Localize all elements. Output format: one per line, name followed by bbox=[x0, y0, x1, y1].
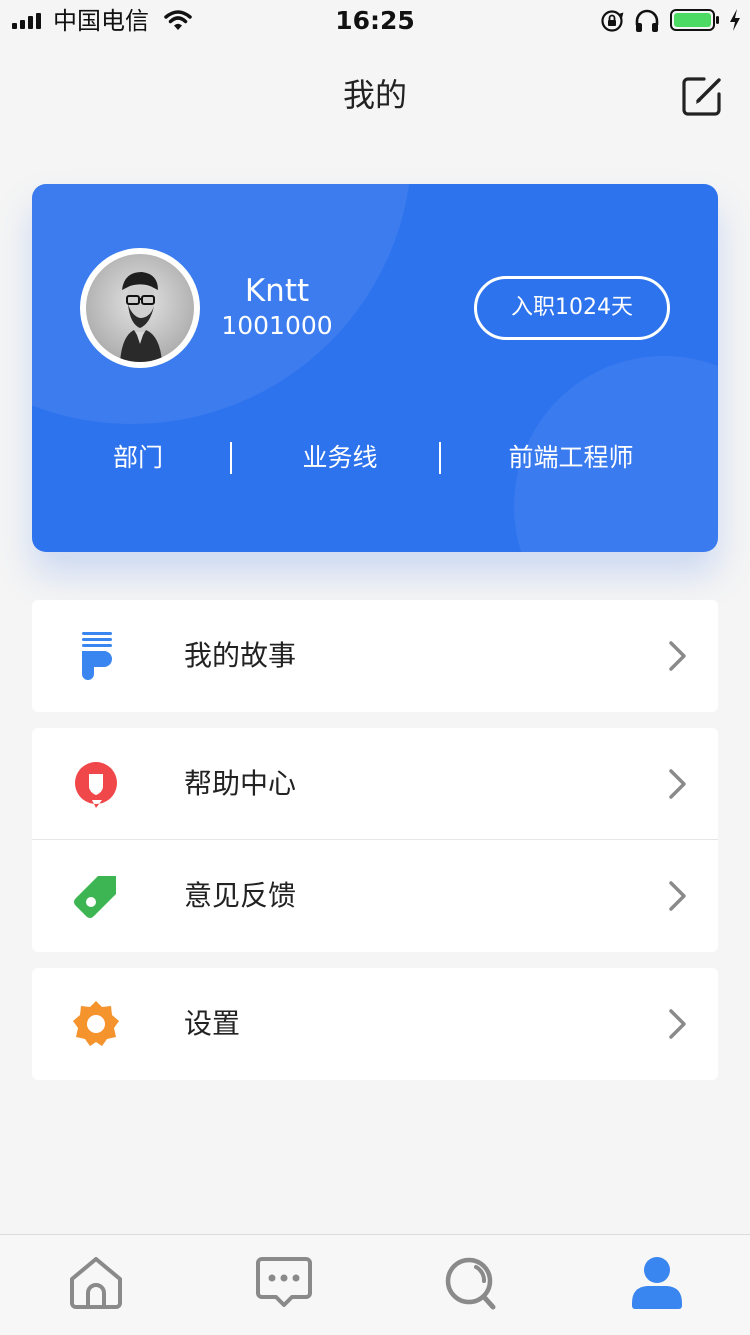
tab-discover[interactable] bbox=[438, 1253, 502, 1313]
divider bbox=[230, 442, 232, 474]
settings-gear-icon bbox=[73, 1001, 119, 1046]
position-label: 前端工程师 bbox=[508, 443, 634, 472]
business-line-label: 业务线 bbox=[302, 443, 378, 472]
chevron-right-icon bbox=[669, 641, 686, 671]
menu-group-stories: 我的故事 bbox=[32, 600, 718, 712]
profile-info-row: 部门 业务线 前端工程师 bbox=[32, 440, 718, 476]
menu-item-feedback[interactable]: 意见反馈 bbox=[32, 840, 718, 952]
charging-icon bbox=[730, 9, 740, 31]
tab-profile[interactable] bbox=[625, 1253, 689, 1313]
edit-icon[interactable] bbox=[680, 74, 724, 118]
menu-label: 帮助中心 bbox=[184, 767, 297, 800]
page-title: 我的 bbox=[342, 76, 407, 114]
employee-id: 1001000 bbox=[221, 311, 333, 340]
menu-label: 设置 bbox=[184, 1007, 241, 1040]
profile-icon bbox=[632, 1257, 682, 1309]
discover-icon bbox=[445, 1257, 496, 1310]
home-icon bbox=[70, 1257, 122, 1309]
rotation-lock-icon bbox=[601, 10, 624, 32]
avatar[interactable] bbox=[80, 248, 200, 368]
battery-icon bbox=[670, 9, 719, 31]
feedback-tag-icon bbox=[74, 876, 116, 918]
headphone-icon bbox=[635, 9, 659, 32]
menu-label: 我的故事 bbox=[184, 639, 297, 672]
profile-card: Kntt 1001000 入职1024天 部门 业务线 前端工程师 bbox=[32, 184, 718, 552]
user-name: Kntt bbox=[244, 273, 310, 309]
chevron-right-icon bbox=[669, 769, 686, 799]
avatar-image bbox=[86, 254, 194, 362]
menu-item-settings[interactable]: 设置 bbox=[32, 968, 718, 1080]
menu-group-settings: 设置 bbox=[32, 968, 718, 1080]
status-bar: 中国电信 16:25 bbox=[0, 0, 750, 44]
tenure-badge[interactable]: 入职1024天 bbox=[474, 276, 670, 340]
department-label: 部门 bbox=[112, 443, 163, 472]
help-icon bbox=[74, 762, 117, 808]
menu-group-support: 帮助中心 意见反馈 bbox=[32, 728, 718, 952]
tab-messages[interactable] bbox=[252, 1253, 316, 1313]
menu-item-my-story[interactable]: 我的故事 bbox=[32, 600, 718, 712]
menu-label: 意见反馈 bbox=[184, 879, 297, 912]
tab-home[interactable] bbox=[64, 1253, 128, 1313]
chevron-right-icon bbox=[669, 881, 686, 911]
story-icon bbox=[82, 632, 112, 680]
tab-bar bbox=[0, 1234, 750, 1335]
message-icon bbox=[256, 1257, 312, 1307]
menu-item-help-center[interactable]: 帮助中心 bbox=[32, 728, 718, 840]
chevron-right-icon bbox=[669, 1009, 686, 1039]
